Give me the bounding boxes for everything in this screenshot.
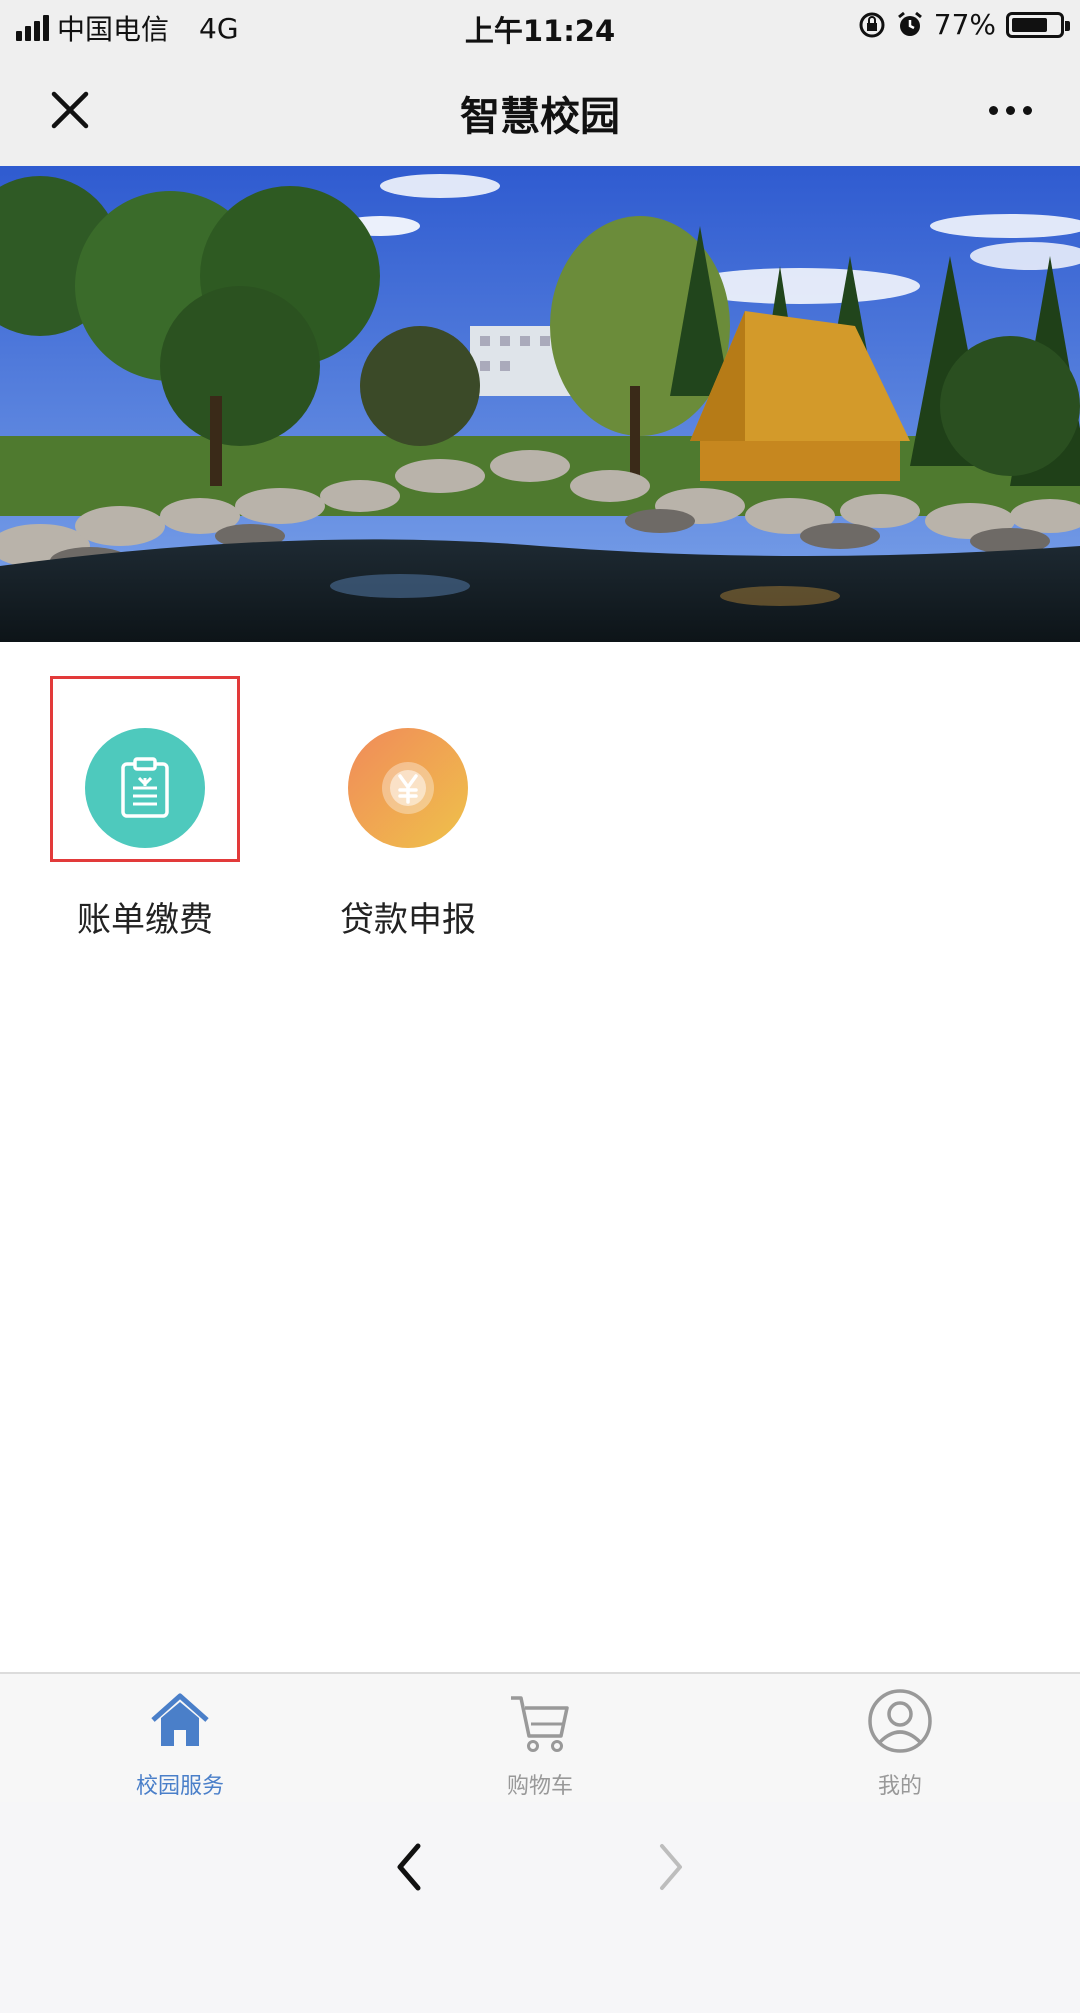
cart-icon <box>511 1696 569 1752</box>
nav-bar: 智慧校园 <box>0 54 1080 166</box>
battery-fill <box>1012 17 1048 32</box>
more-icon <box>988 105 998 115</box>
status-bar: 中国电信 4G 上午11:24 77% <box>0 0 1080 54</box>
tab-shopping-cart[interactable]: 购物车 <box>440 1686 640 1800</box>
rotation-lock-icon <box>859 12 885 37</box>
more-button[interactable] <box>980 80 1040 140</box>
bill-payment-service[interactable]: 账单缴费 <box>35 676 255 941</box>
tab-label: 购物车 <box>506 1774 573 1799</box>
battery-icon <box>1006 11 1070 38</box>
user-icon <box>868 1689 932 1753</box>
loan-declaration-service[interactable]: 贷款申报 <box>298 676 518 941</box>
campus-banner-image <box>0 166 1080 642</box>
chevron-right-icon <box>660 1844 682 1890</box>
bill-payment-label: 账单缴费 <box>77 900 213 940</box>
battery-percent: 77% <box>933 8 996 41</box>
home-icon <box>151 1693 209 1746</box>
tab-campus-services[interactable]: 校园服务 <box>80 1686 280 1800</box>
campus-scene <box>0 166 1080 642</box>
tab-my-profile[interactable]: 我的 <box>800 1686 1000 1800</box>
alarm-icon <box>897 11 922 36</box>
page-title: 智慧校园 <box>460 94 620 140</box>
tab-label: 我的 <box>877 1774 922 1799</box>
back-button[interactable] <box>380 1832 440 1902</box>
yuan-coin-icon <box>348 728 468 848</box>
loan-declaration-label: 贷款申报 <box>340 900 476 940</box>
tab-bar: 校园服务 购物车 我的 <box>0 1672 1080 1802</box>
bill-icon <box>85 728 205 848</box>
status-right: 77% <box>858 8 1070 41</box>
browser-toolbar <box>0 1802 1080 2013</box>
tab-label: 校园服务 <box>135 1774 224 1799</box>
forward-button[interactable] <box>640 1832 700 1902</box>
chevron-left-icon <box>397 1843 421 1891</box>
